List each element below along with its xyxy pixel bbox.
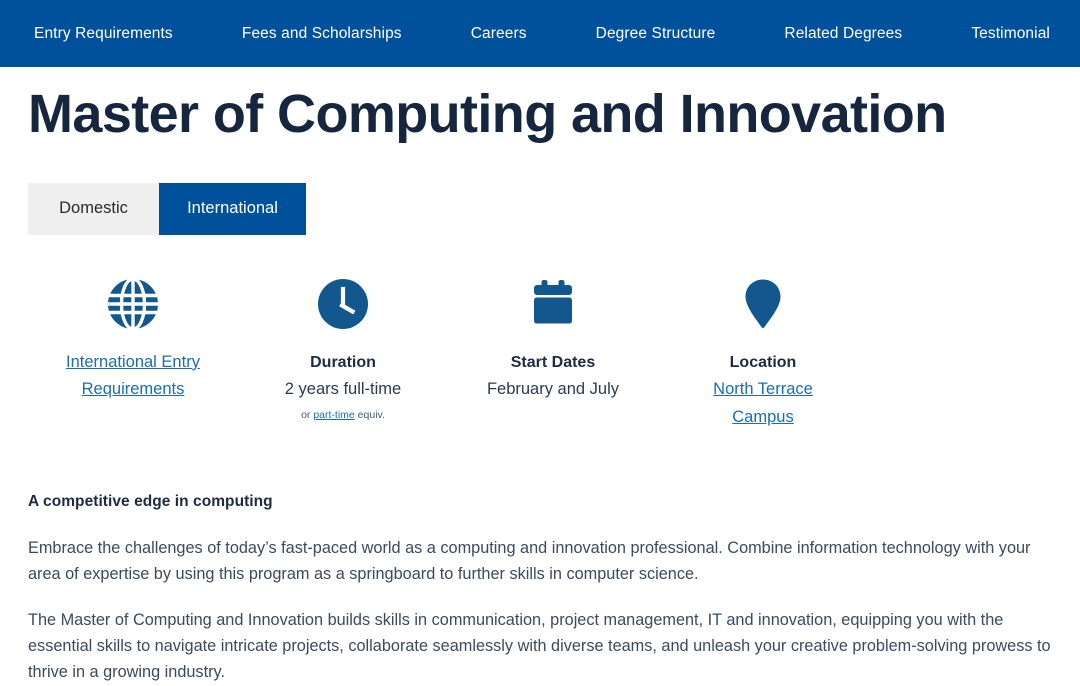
top-navigation-bar: Entry Requirements Fees and Scholarships… <box>0 0 1080 67</box>
fact-duration-label: Duration <box>310 353 376 371</box>
clock-icon <box>316 276 370 332</box>
tab-domestic[interactable]: Domestic <box>28 182 159 235</box>
link-part-time[interactable]: part-time <box>313 409 354 421</box>
location-pin-icon <box>736 276 790 332</box>
calendar-icon <box>526 276 580 332</box>
nav-item-degree-structure[interactable]: Degree Structure <box>596 26 716 42</box>
body-paragraph-1: Embrace the challenges of today’s fast-p… <box>28 538 1031 583</box>
section-heading: A competitive edge in computing <box>28 492 273 510</box>
fact-duration-sub-prefix: or <box>301 408 314 421</box>
nav-item-fees-and-scholarships[interactable]: Fees and Scholarships <box>242 26 402 42</box>
fact-location: Location North Terrace Campus <box>658 276 868 431</box>
tab-domestic-label: Domestic <box>59 199 128 218</box>
globe-icon <box>106 276 160 332</box>
link-text-line1[interactable]: International Entry <box>66 353 200 371</box>
link-text-campus[interactable]: Campus <box>732 408 793 426</box>
link-text-north-terrace[interactable]: North Terrace <box>713 380 813 398</box>
tab-international-label: International <box>187 199 278 218</box>
fact-start-dates: Start Dates February and July <box>448 276 658 431</box>
link-international-entry-requirements-line2[interactable]: Requirements <box>82 376 185 403</box>
fact-location-label: Location <box>729 353 797 371</box>
fact-start-dates-label: Start Dates <box>510 353 596 371</box>
nav-item-related-degrees[interactable]: Related Degrees <box>784 26 902 42</box>
link-location-line2[interactable]: Campus <box>732 404 793 431</box>
fact-duration-subtext: or part-time equiv. <box>301 409 385 423</box>
link-text-line2[interactable]: Requirements <box>82 380 185 398</box>
key-facts-row: International Entry Requirements Duratio… <box>0 276 1080 431</box>
fact-duration-sub-suffix: equiv. <box>354 408 385 421</box>
nav-item-testimonial[interactable]: Testimonial <box>971 26 1050 42</box>
main-content: A competitive edge in computing Embrace … <box>0 493 1080 686</box>
body-paragraph-2: The Master of Computing and Innovation b… <box>28 611 1051 681</box>
audience-tabs: Domestic International <box>28 182 1080 235</box>
fact-international-entry-requirements: International Entry Requirements <box>28 276 238 431</box>
page-title: Master of Computing and Innovation <box>28 84 947 144</box>
link-location-line1[interactable]: North Terrace <box>713 376 813 403</box>
nav-item-entry-requirements[interactable]: Entry Requirements <box>34 26 173 42</box>
link-international-entry-requirements-line1[interactable]: International Entry <box>66 349 200 376</box>
fact-start-dates-value: February and July <box>486 380 620 399</box>
nav-item-careers[interactable]: Careers <box>471 26 527 42</box>
fact-duration-value: 2 years full-time <box>284 380 402 399</box>
tab-international[interactable]: International <box>159 182 306 235</box>
nav-list: Entry Requirements Fees and Scholarships… <box>0 26 1080 42</box>
fact-duration: Duration 2 years full-time or part-time … <box>238 276 448 431</box>
